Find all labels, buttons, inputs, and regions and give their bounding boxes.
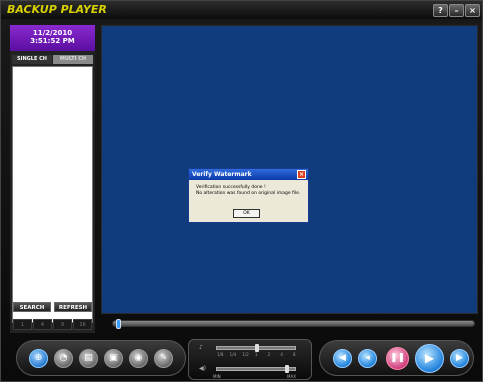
speed-tick-label: 1/8 [217, 352, 224, 357]
seek-bar[interactable] [112, 319, 475, 329]
rewind-icon: ◀ [339, 353, 346, 363]
fast-forward-button[interactable]: ▶ [450, 349, 469, 368]
datetime-display: 11/2/2010 3:51:52 PM [10, 25, 95, 51]
minimize-button[interactable]: – [449, 4, 464, 17]
volume-icon: ◀) [199, 365, 206, 372]
step-back-button[interactable]: ◂ [358, 349, 377, 368]
volume-slider-handle[interactable] [285, 365, 290, 373]
snapshot-button[interactable]: ◉ [129, 349, 148, 368]
pause-icon: ❚❚ [389, 353, 406, 363]
title-bar: BACKUP PLAYER ? – × [1, 1, 482, 19]
dialog-title: Verify Watermark × [189, 169, 308, 180]
date-text: 11/2/2010 [32, 29, 73, 37]
speed-tick-label: 2 [267, 352, 271, 357]
app-title: BACKUP PLAYER [7, 3, 107, 16]
split-1-button[interactable]: 1 [13, 319, 32, 330]
channel-tabs: SINGLE CH MULTI CH [10, 55, 95, 65]
help-button[interactable]: ? [433, 4, 448, 17]
tool-buttons: ⊕ ◔ ▤ ▣ ◉ ✎ [16, 340, 186, 376]
volume-max-label: MAX [287, 374, 296, 379]
rewind-button[interactable]: ◀ [333, 349, 352, 368]
split-9-button[interactable]: 9 [53, 319, 72, 330]
play-icon: ▶ [424, 351, 435, 365]
refresh-button[interactable]: REFRESH [54, 302, 92, 312]
split-4-button[interactable]: 4 [33, 319, 52, 330]
verify-watermark-dialog: Verify Watermark × Verification successf… [188, 168, 309, 223]
time-text: 3:51:52 PM [30, 37, 75, 45]
print-button[interactable]: ▤ [79, 349, 98, 368]
dialog-title-text: Verify Watermark [192, 171, 252, 178]
dialog-close-button[interactable]: × [297, 170, 306, 179]
speed-ticks: 1/8 1/4 1/2 1 2 4 8 [217, 352, 297, 358]
save-button[interactable]: ▣ [104, 349, 123, 368]
backup-player-window: BACKUP PLAYER ? – × 11/2/2010 3:51:52 PM… [0, 0, 483, 382]
search-icon: ◔ [59, 353, 68, 363]
bottom-toolbar: ⊕ ◔ ▤ ▣ ◉ ✎ ♪ 1/8 1/4 1/2 1 2 4 8 ◀) MIN MAX ◀… [16, 339, 481, 380]
print-icon: ▤ [84, 353, 93, 363]
speed-volume-panel: ♪ 1/8 1/4 1/2 1 2 4 8 ◀) MIN MAX [188, 339, 312, 380]
ok-button[interactable]: OK [233, 209, 260, 218]
watermark-check-button[interactable]: ✎ [154, 349, 173, 368]
snapshot-icon: ◉ [134, 353, 143, 363]
pause-button[interactable]: ❚❚ [386, 347, 409, 370]
save-icon: ▣ [109, 353, 118, 363]
volume-slider[interactable] [216, 365, 296, 373]
speed-tick-label: 8 [293, 352, 296, 357]
fast-forward-icon: ▶ [456, 353, 463, 363]
close-button[interactable]: × [465, 4, 480, 17]
speed-icon: ♪ [199, 344, 203, 351]
split-view-buttons: 1 4 9 16 [10, 319, 95, 331]
step-back-icon: ◂ [365, 353, 370, 363]
transport-controls: ◀ ◂ ❚❚ ▶ ▶ [319, 340, 474, 376]
seek-handle[interactable] [116, 319, 121, 329]
watermark-check-icon: ✎ [159, 353, 168, 363]
speed-slider-handle[interactable] [255, 344, 259, 352]
close-icon: × [298, 171, 305, 178]
dialog-message-line2: No alteration was found on original imag… [196, 191, 301, 196]
speed-tick-label: 4 [280, 352, 283, 357]
search-button[interactable]: SEARCH [13, 302, 51, 312]
split-16-button[interactable]: 16 [73, 319, 92, 330]
tab-single-ch[interactable]: SINGLE CH [12, 55, 52, 64]
search-tool-button[interactable]: ◔ [54, 349, 73, 368]
dialog-message: Verification successfully done ! No alte… [196, 185, 300, 197]
channel-list[interactable] [12, 66, 93, 323]
speed-tick-label: 1 [255, 352, 258, 357]
zoom-icon: ⊕ [34, 353, 43, 363]
left-panel: 11/2/2010 3:51:52 PM SINGLE CH MULTI CH … [10, 25, 95, 333]
play-button[interactable]: ▶ [415, 344, 444, 373]
volume-min-label: MIN [213, 374, 221, 379]
zoom-button[interactable]: ⊕ [29, 349, 48, 368]
speed-tick-label: 1/2 [242, 352, 249, 357]
speed-slider[interactable] [216, 344, 296, 352]
speed-tick-label: 1/4 [229, 352, 237, 357]
tab-multi-ch[interactable]: MULTI CH [53, 55, 93, 64]
